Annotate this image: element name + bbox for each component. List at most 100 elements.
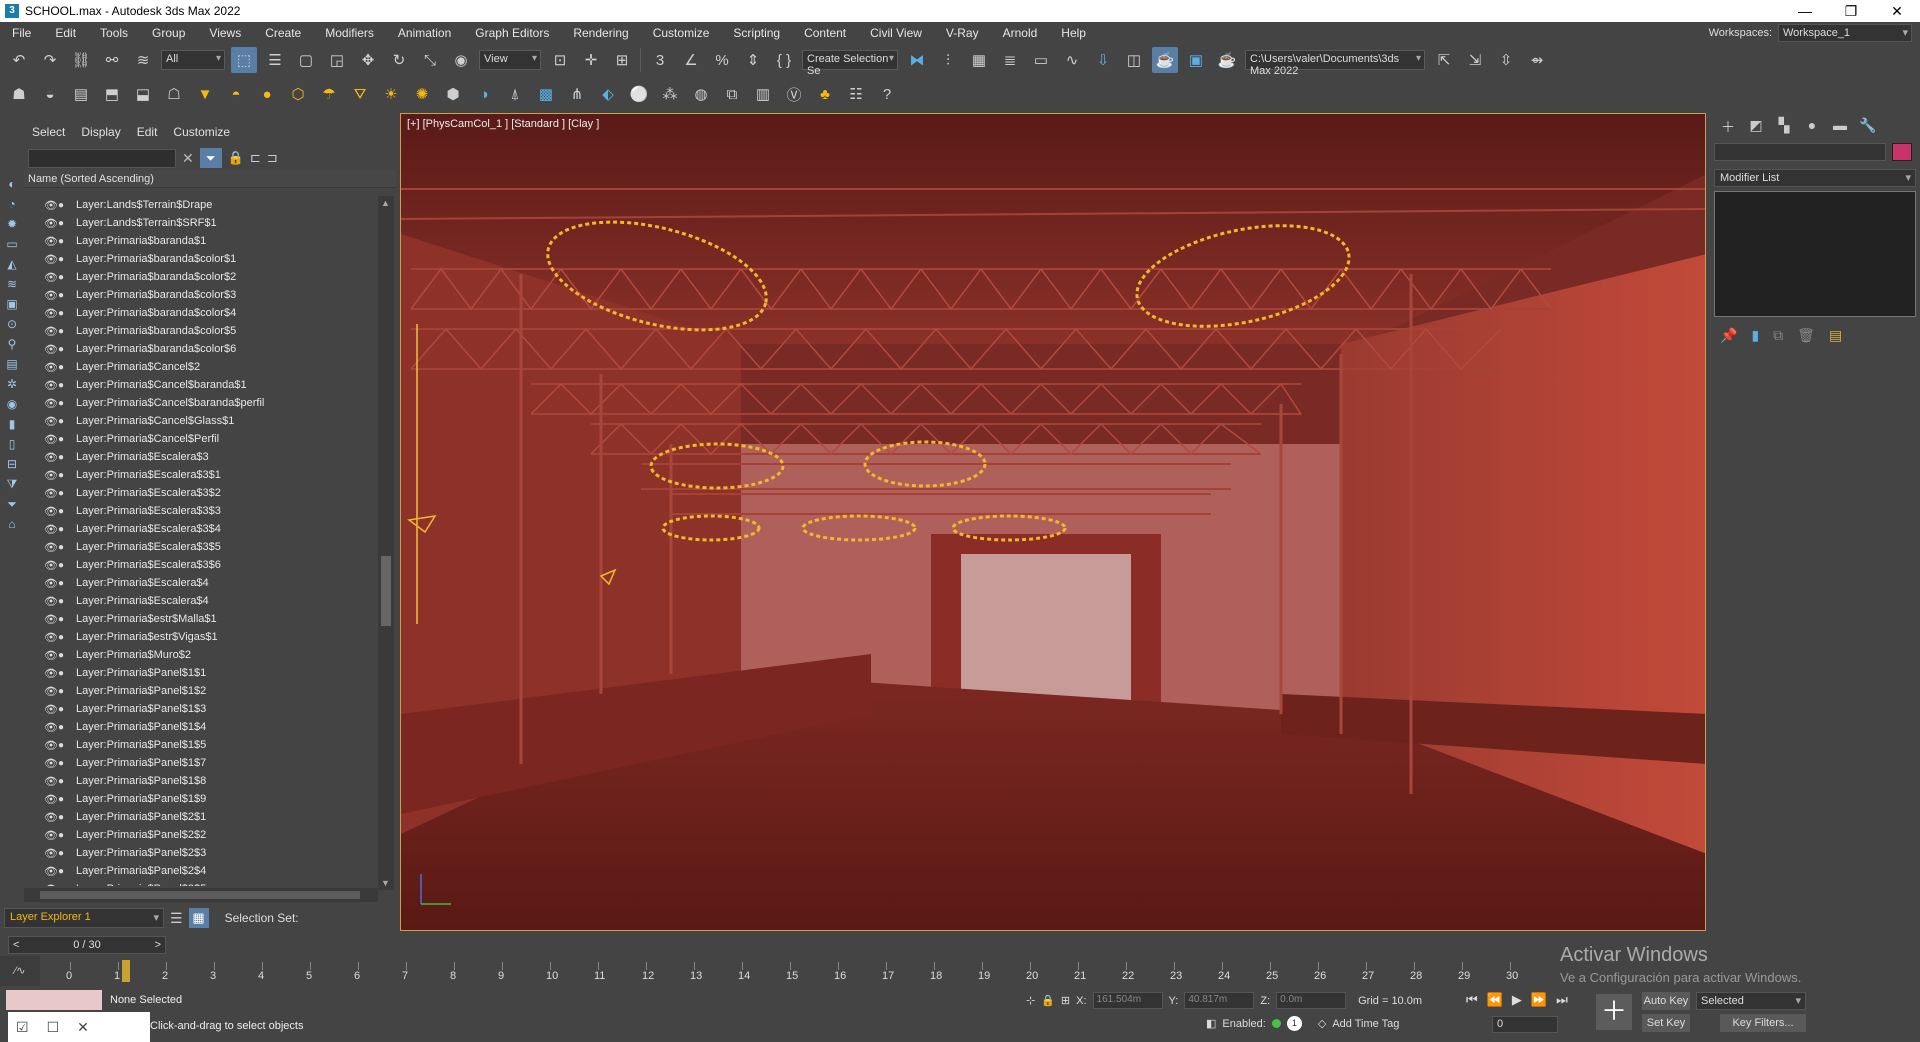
layers-toggle-icon[interactable]: ☰ xyxy=(170,910,183,927)
freeze-dot-icon[interactable]: ● xyxy=(58,452,72,463)
y-coordinate-field[interactable]: 40.817m xyxy=(1184,992,1255,1009)
current-frame-field[interactable]: 0 xyxy=(1492,1016,1558,1033)
close-button[interactable]: ✕ xyxy=(1874,0,1920,22)
xrefs-filter-icon[interactable]: ⊙ xyxy=(4,316,20,332)
undo-icon[interactable]: ↶ xyxy=(6,47,32,73)
menu-edit[interactable]: Edit xyxy=(43,26,88,40)
freeze-dot-icon[interactable]: ● xyxy=(58,560,72,571)
z-coordinate-field[interactable]: 0.0m xyxy=(1276,992,1347,1009)
rendered-frame-window-icon[interactable]: ▣ xyxy=(1183,47,1209,73)
menu-content[interactable]: Content xyxy=(792,26,858,40)
rect-selection-icon[interactable]: ▢ xyxy=(293,47,319,73)
project-icon-4[interactable]: ⇴ xyxy=(1524,47,1550,73)
next-frame-icon[interactable]: > xyxy=(151,939,165,951)
pivot-center-icon[interactable]: ⊡ xyxy=(547,47,573,73)
layer-filter-icon[interactable]: ⧩ xyxy=(4,476,20,492)
auto-key-button[interactable]: Auto Key xyxy=(1642,992,1690,1010)
reference-coord-dropdown[interactable]: View xyxy=(479,50,541,70)
freeze-dot-icon[interactable]: ● xyxy=(58,668,72,679)
freeze-dot-icon[interactable]: ● xyxy=(58,290,72,301)
freeze-dot-icon[interactable]: ● xyxy=(58,866,72,877)
object-name-input[interactable] xyxy=(1714,143,1886,161)
layer-row[interactable]: 👁 ● Layer:Primaria$Panel$2$3 xyxy=(24,844,378,862)
project-icon-2[interactable]: ⇲ xyxy=(1462,47,1488,73)
key-mode-dropdown[interactable]: Selected xyxy=(1696,992,1806,1010)
layer-row[interactable]: 👁 ● Layer:Primaria$Escalera$4 xyxy=(24,592,378,610)
project-folder-dropdown[interactable]: C:\Users\valer\Documents\3ds Max 2022 xyxy=(1245,50,1425,77)
freeze-dot-icon[interactable]: ● xyxy=(58,200,72,211)
visibility-eye-icon[interactable]: 👁 xyxy=(44,325,58,338)
angle-snap-icon[interactable]: ∠ xyxy=(678,47,704,73)
layer-row[interactable]: 👁 ● Layer:Primaria$Panel$1$3 xyxy=(24,700,378,718)
scale-icon[interactable]: ⤡ xyxy=(417,47,443,73)
layer-row[interactable]: 👁 ● Layer:Primaria$Panel$1$2 xyxy=(24,682,378,700)
visibility-eye-icon[interactable]: 👁 xyxy=(44,289,58,302)
edit-named-selection-icon[interactable]: { } xyxy=(771,47,797,73)
visibility-eye-icon[interactable]: 👁 xyxy=(44,235,58,248)
bones-filter-icon[interactable]: ⚲ xyxy=(4,336,20,352)
spacewarps-filter-icon[interactable]: ≋ xyxy=(4,276,20,292)
freeze-dot-icon[interactable]: ● xyxy=(58,848,72,859)
freeze-dot-icon[interactable]: ● xyxy=(58,650,72,661)
visibility-eye-icon[interactable]: 👁 xyxy=(44,505,58,518)
layer-row[interactable]: 👁 ● Layer:Primaria$Cancel$Glass$1 xyxy=(24,412,378,430)
selection-filter-dropdown[interactable]: All xyxy=(161,50,225,70)
layer-row[interactable]: 👁 ● Layer:Primaria$estr$Malla$1 xyxy=(24,610,378,628)
freeze-dot-icon[interactable]: ● xyxy=(58,236,72,247)
display-tab-icon[interactable]: ▬ xyxy=(1830,117,1850,135)
pin-stack-icon[interactable]: 📌 xyxy=(1720,327,1737,344)
visibility-eye-icon[interactable]: 👁 xyxy=(44,199,58,212)
layer-row[interactable]: 👁 ● Layer:Primaria$Panel$1$7 xyxy=(24,754,378,772)
layer-row[interactable]: 👁 ● Layer:Primaria$Escalera$3$5 xyxy=(24,538,378,556)
layer-row[interactable]: 👁 ● Layer:Primaria$Cancel$baranda$1 xyxy=(24,376,378,394)
freeze-dot-icon[interactable]: ● xyxy=(58,830,72,841)
vray-asset-icon[interactable]: ☗ xyxy=(6,81,32,107)
visibility-eye-icon[interactable]: 👁 xyxy=(44,829,58,842)
freeze-dot-icon[interactable]: ● xyxy=(58,434,72,445)
vray-sphere-light-icon[interactable]: ● xyxy=(254,81,280,107)
freeze-dot-icon[interactable]: ● xyxy=(58,218,72,229)
layer-explorer-dropdown[interactable]: Layer Explorer 1 xyxy=(4,908,164,928)
layer-row[interactable]: 👁 ● Layer:Primaria$Cancel$baranda$perfil xyxy=(24,394,378,412)
visibility-eye-icon[interactable]: 👁 xyxy=(44,793,58,806)
spinner-snap-icon[interactable]: ⇕ xyxy=(740,47,766,73)
keyboard-shortcut-override-icon[interactable]: ⊞ xyxy=(609,47,635,73)
vray-converter-icon[interactable]: ⧉ xyxy=(719,81,745,107)
remove-modifier-icon[interactable]: 🗑 xyxy=(1797,327,1815,344)
vray-dome-light-icon[interactable]: ◓ xyxy=(223,81,249,107)
vray-volume-icon[interactable]: ⬖ xyxy=(595,81,621,107)
layer-row[interactable]: 👁 ● Layer:Lands$Terrain$Drape xyxy=(24,196,378,214)
window-crossing-icon[interactable]: ◲ xyxy=(324,47,350,73)
layer-row[interactable]: 👁 ● Layer:Primaria$Panel$1$8 xyxy=(24,772,378,790)
layer-row[interactable]: 👁 ● Layer:Primaria$Muro$2 xyxy=(24,646,378,664)
freeze-dot-icon[interactable]: ● xyxy=(58,722,72,733)
toggle-scene-explorer-icon[interactable]: ▦ xyxy=(966,47,992,73)
visibility-eye-icon[interactable]: 👁 xyxy=(44,595,58,608)
material-editor-icon[interactable]: ◫ xyxy=(1121,47,1147,73)
visibility-eye-icon[interactable]: 👁 xyxy=(44,811,58,824)
time-slider-handle[interactable] xyxy=(122,960,130,982)
viewport-perspective[interactable]: [+] [PhysCamCol_1 ] [Standard ] [Clay ] xyxy=(400,113,1706,931)
visibility-eye-icon[interactable]: 👁 xyxy=(44,577,58,590)
particles-filter-icon[interactable]: ✲ xyxy=(4,376,20,392)
vray-proxy-icon[interactable]: ⬒ xyxy=(99,81,125,107)
funnel-filter-icon[interactable]: ⏷ xyxy=(4,496,20,512)
lights-filter-icon[interactable]: ✹ xyxy=(4,216,20,232)
project-icon-1[interactable]: ⇱ xyxy=(1431,47,1457,73)
clear-search-icon[interactable]: ✕ xyxy=(182,150,194,167)
menu-group[interactable]: Group xyxy=(140,26,197,40)
object-color-swatch[interactable] xyxy=(1892,143,1912,161)
vray-multi-material-icon[interactable]: ⁂ xyxy=(657,81,683,107)
freeze-dot-icon[interactable]: ● xyxy=(58,362,72,373)
freeze-dot-icon[interactable]: ● xyxy=(58,614,72,625)
add-time-tag-button[interactable]: Add Time Tag xyxy=(1332,1018,1399,1030)
layer-row[interactable]: 👁 ● Layer:Primaria$Escalera$3$1 xyxy=(24,466,378,484)
freeze-dot-icon[interactable]: ● xyxy=(58,326,72,337)
x-coordinate-field[interactable]: 161.504m xyxy=(1092,992,1163,1009)
configure-modifier-sets-icon[interactable]: ▤ xyxy=(1829,327,1842,344)
explorer-search-input[interactable] xyxy=(28,148,176,168)
visibility-eye-icon[interactable]: 👁 xyxy=(44,703,58,716)
visibility-eye-icon[interactable]: 👁 xyxy=(44,271,58,284)
menu-customize[interactable]: Customize xyxy=(641,26,722,40)
filter-toggle-icon[interactable]: ⏷ xyxy=(199,148,222,168)
